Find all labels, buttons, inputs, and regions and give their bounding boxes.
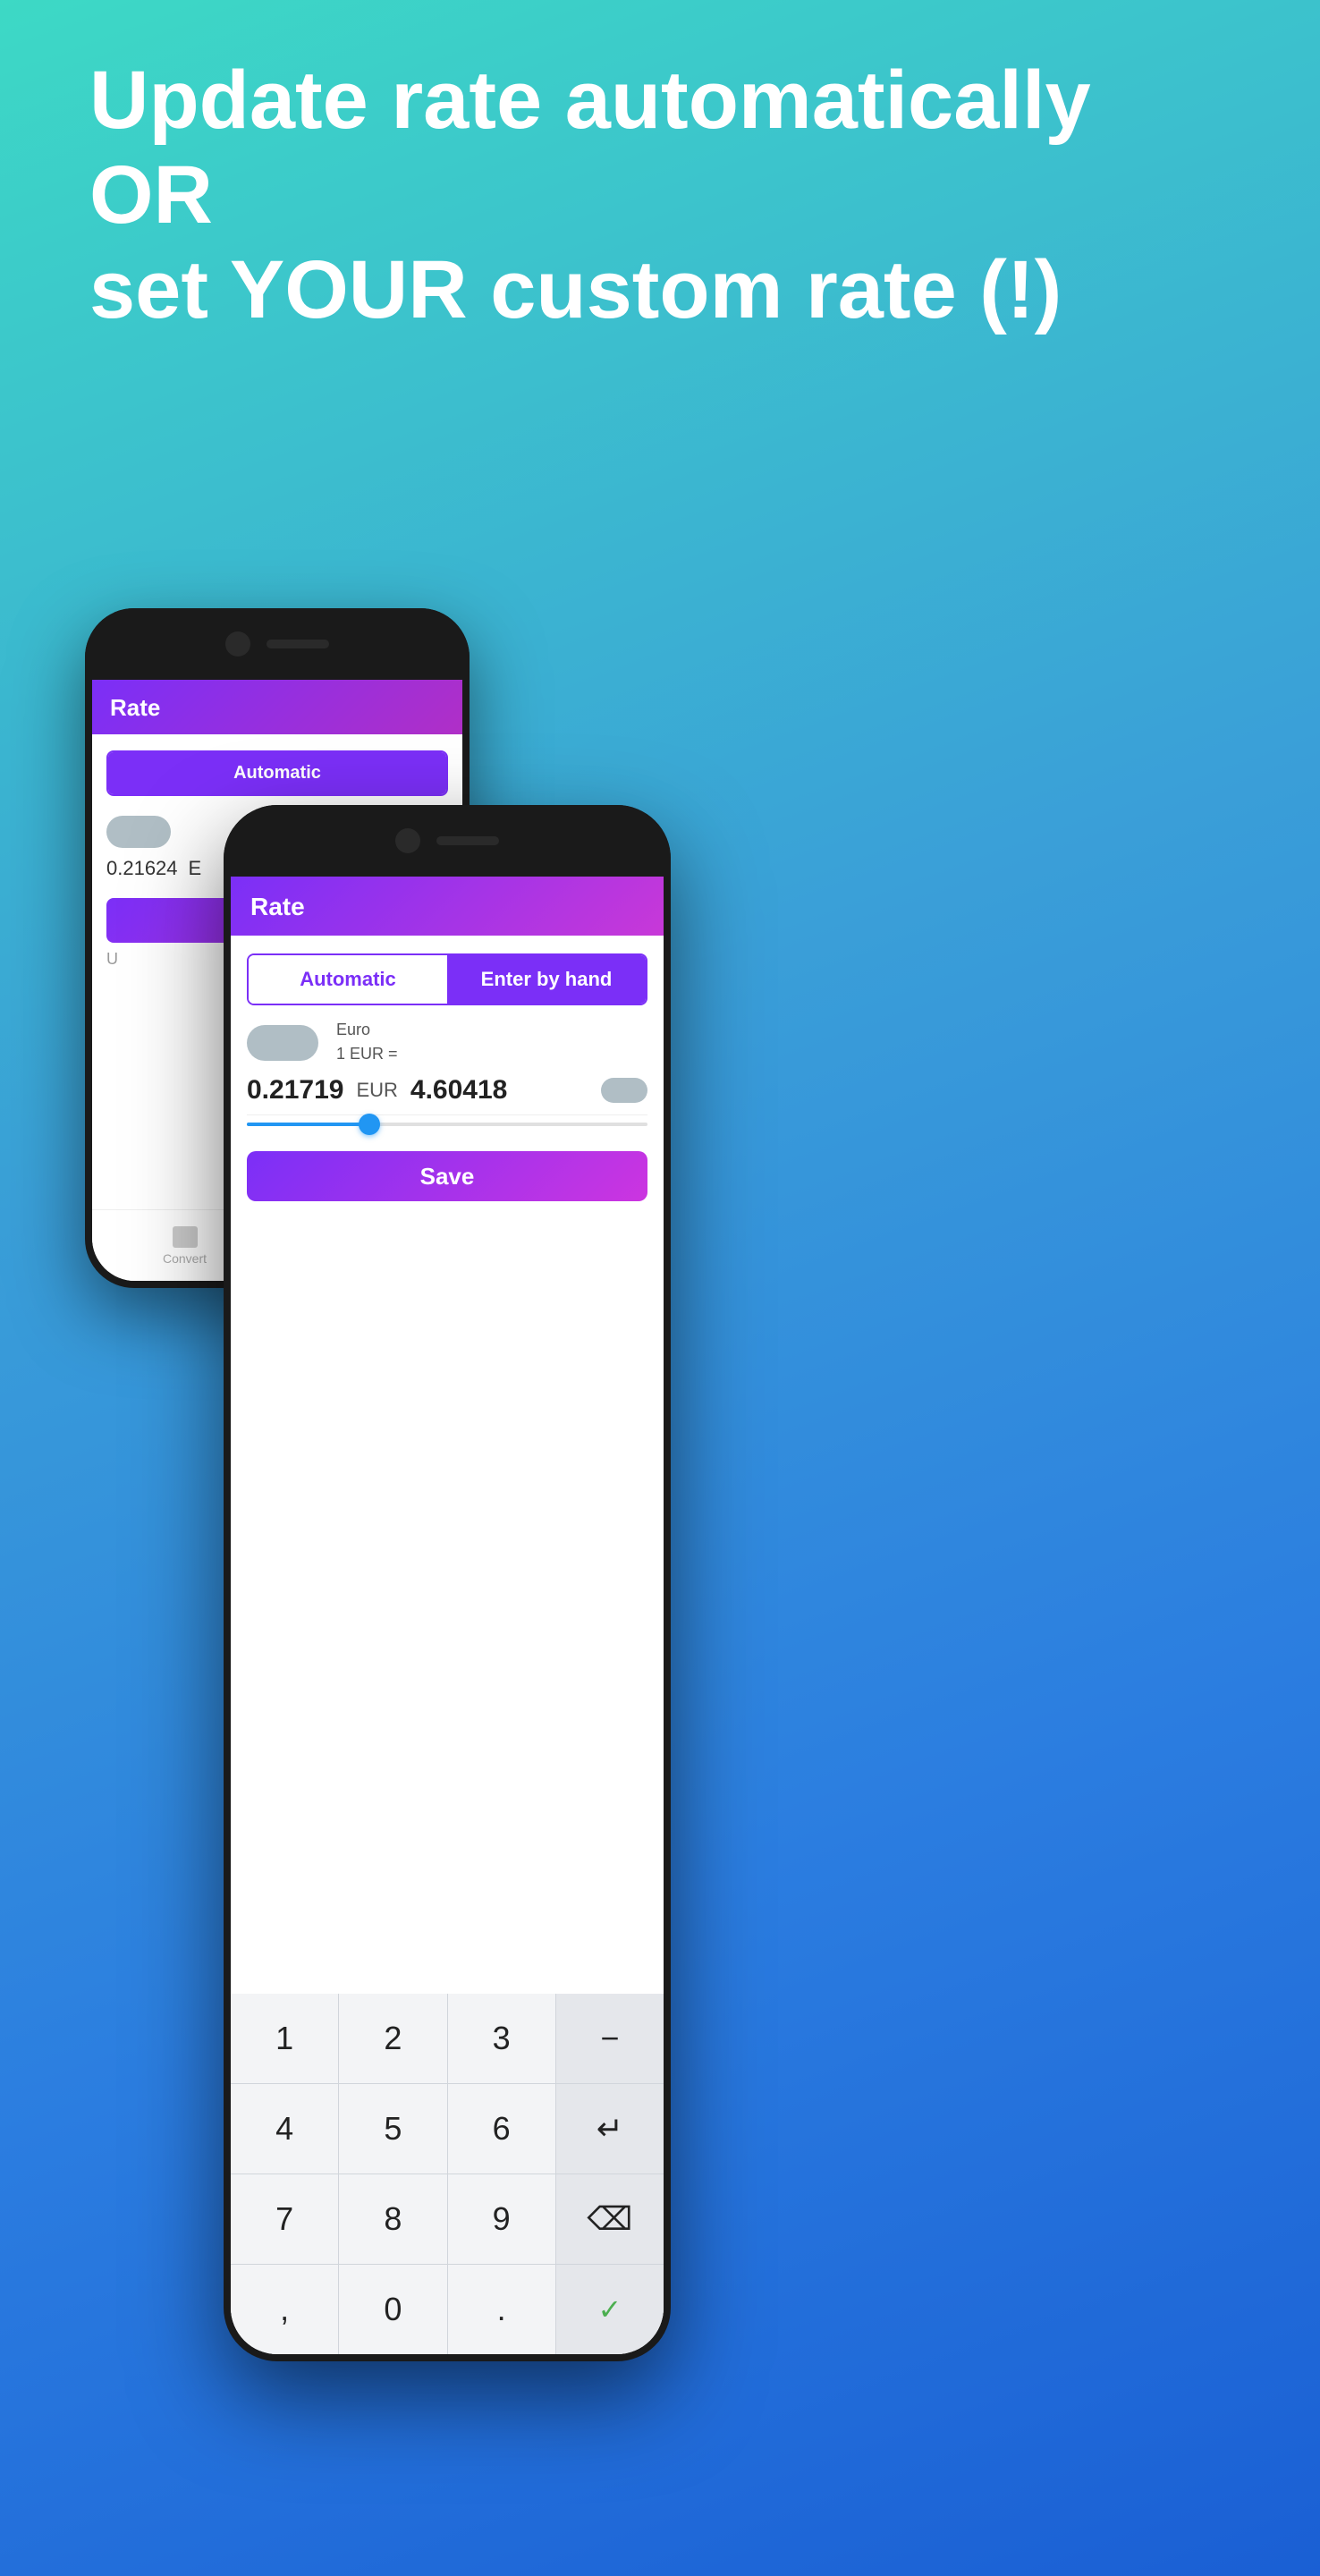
key-enter[interactable]: ↵: [556, 2084, 664, 2174]
back-rate-value: 0.21624: [106, 857, 178, 880]
key-2[interactable]: 2: [339, 1994, 446, 2083]
notch-bar-back: [85, 608, 470, 680]
key-dot[interactable]: .: [448, 2265, 555, 2354]
back-app-header: Rate: [92, 680, 462, 734]
euro-label: Euro 1 EUR =: [336, 1018, 398, 1066]
key-8[interactable]: 8: [339, 2174, 446, 2264]
slider-thumb[interactable]: [359, 1114, 380, 1135]
front-app-header: Rate: [231, 877, 664, 936]
small-toggle[interactable]: [601, 1078, 647, 1103]
slider-track: [247, 1123, 647, 1126]
key-backspace[interactable]: ⌫: [556, 2174, 664, 2264]
back-tab-automatic[interactable]: Automatic: [108, 752, 446, 794]
back-tab-row: Automatic: [106, 750, 448, 796]
rate-section: Euro 1 EUR = 0.21719 EUR 4.60418: [231, 1005, 664, 1137]
front-toggle[interactable]: [247, 1025, 318, 1061]
toggle-row: Euro 1 EUR =: [247, 1018, 647, 1066]
slider-row[interactable]: [247, 1115, 647, 1130]
key-comma[interactable]: ,: [231, 2265, 338, 2354]
tab-enter-by-hand[interactable]: Enter by hand: [447, 955, 646, 1004]
speaker-back: [267, 640, 329, 648]
headline-line1: Update rate automatically: [89, 54, 1231, 148]
back-nav-convert-label: Convert: [163, 1251, 207, 1266]
save-button[interactable]: Save: [247, 1151, 647, 1201]
front-screen: Rate Automatic Enter by hand Euro 1 EUR …: [231, 877, 664, 2354]
speaker-front: [436, 836, 499, 845]
camera-front: [395, 828, 420, 853]
notch-bar-front: [224, 805, 671, 877]
back-rate-currency: E: [189, 857, 202, 880]
key-9[interactable]: 9: [448, 2174, 555, 2264]
key-3[interactable]: 3: [448, 1994, 555, 2083]
key-check[interactable]: ✓: [556, 2265, 664, 2354]
headline-line2: OR: [89, 148, 1231, 243]
slider-fill: [247, 1123, 367, 1126]
rate-value[interactable]: 0.21719: [247, 1075, 343, 1106]
tab-automatic[interactable]: Automatic: [249, 955, 447, 1004]
headline-line3: set YOUR custom rate (!): [89, 243, 1231, 338]
rate-converted[interactable]: 4.60418: [410, 1075, 588, 1106]
euro-label-line2: 1 EUR =: [336, 1042, 398, 1066]
key-0[interactable]: 0: [339, 2265, 446, 2354]
key-7[interactable]: 7: [231, 2174, 338, 2264]
key-4[interactable]: 4: [231, 2084, 338, 2174]
grid-icon: [173, 1226, 198, 1248]
currency-label: EUR: [356, 1079, 397, 1102]
key-5[interactable]: 5: [339, 2084, 446, 2174]
front-phone: Rate Automatic Enter by hand Euro 1 EUR …: [224, 805, 671, 2361]
key-6[interactable]: 6: [448, 2084, 555, 2174]
key-minus[interactable]: −: [556, 1994, 664, 2083]
keypad: 1 2 3 − 4 5 6 ↵ 7 8 9 ⌫ , 0 . ✓: [231, 1994, 664, 2354]
back-toggle[interactable]: [106, 816, 171, 848]
camera-back: [225, 631, 250, 657]
euro-label-line1: Euro: [336, 1018, 398, 1042]
key-1[interactable]: 1: [231, 1994, 338, 2083]
headline: Update rate automatically OR set YOUR cu…: [89, 54, 1231, 337]
rate-inputs: 0.21719 EUR 4.60418: [247, 1075, 647, 1115]
front-tab-row: Automatic Enter by hand: [247, 953, 647, 1005]
